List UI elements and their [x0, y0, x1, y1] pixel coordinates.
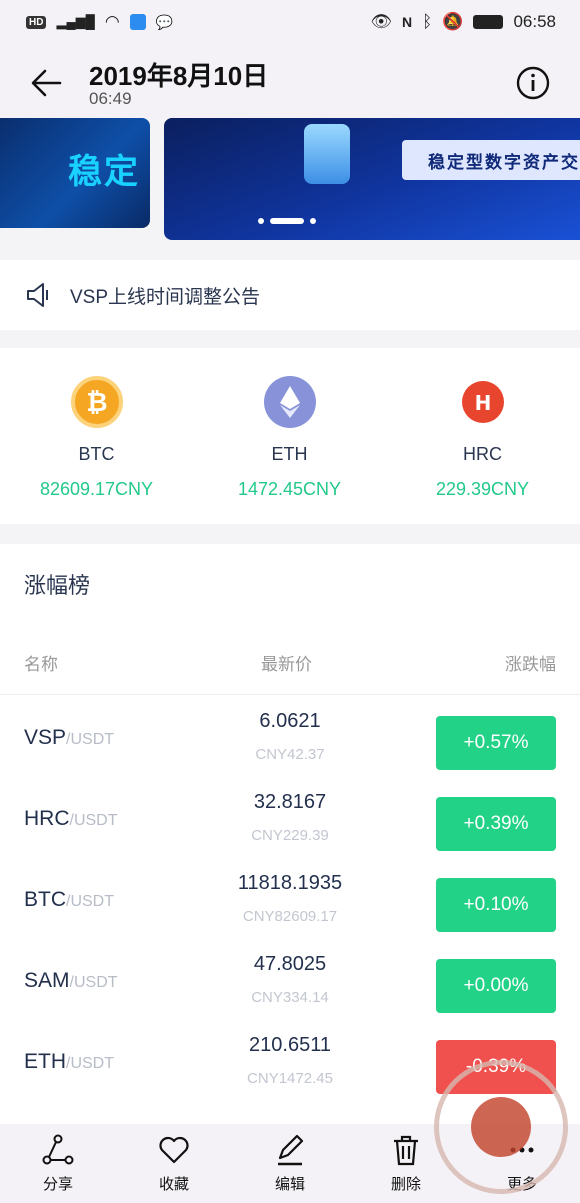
coin-name: HRC: [463, 444, 502, 464]
coin-price: 229.39CNY: [435, 479, 530, 499]
hd-badge: HD: [26, 15, 47, 29]
pen-icon: [278, 1134, 304, 1166]
row-pair: /USDT: [66, 893, 114, 910]
hrc-icon: H: [461, 381, 504, 423]
coin-btc[interactable]: ₿ BTC 82609.17CNY: [0, 376, 193, 500]
announcement-text: VSP上线时间调整公告: [70, 286, 261, 308]
wifi-icon: ◠: [104, 12, 120, 31]
banner-left-text: 稳定: [68, 153, 140, 191]
battery-icon: [473, 15, 504, 29]
page-subtitle: 06:49: [89, 89, 132, 108]
back-arrow-icon[interactable]: [30, 66, 64, 100]
row-pair: /USDT: [69, 812, 118, 829]
row-symbol: VSP: [24, 726, 67, 749]
clock: 06:58: [513, 12, 556, 31]
share-label: 分享: [42, 1176, 73, 1193]
carousel-indicator: [258, 218, 316, 224]
coin-name: BTC: [78, 444, 115, 464]
coin-price: 1472.45CNY: [237, 479, 342, 499]
column-header-change: 涨跌幅: [505, 655, 556, 674]
table-row[interactable]: VSP/USDT 6.0621 CNY42.37 +0.57%: [0, 698, 580, 779]
nfc-icon: N: [401, 14, 413, 30]
row-symbol: HRC: [24, 807, 70, 830]
banner-card-main[interactable]: 稳定型数字资产交: [164, 118, 580, 240]
coin-eth[interactable]: ETH 1472.45CNY: [193, 376, 386, 500]
watermark-logo: [471, 1097, 531, 1157]
column-header-price: 最新价: [261, 655, 312, 674]
row-symbol: SAM: [24, 969, 70, 992]
bluetooth-icon: ᛒ: [422, 12, 433, 31]
row-cny: CNY334.14: [251, 989, 329, 1006]
eye-icon: 👁: [370, 12, 392, 31]
edit-label: 编辑: [274, 1176, 305, 1193]
page-title: 2019年8月10日: [89, 61, 269, 91]
bitcoin-icon: ₿: [70, 376, 123, 428]
row-cny: CNY82609.17: [242, 908, 338, 925]
trash-icon: [394, 1135, 418, 1166]
server-illustration: [304, 124, 350, 184]
column-header-name: 名称: [24, 655, 58, 674]
wechat-icon: 💬: [155, 13, 174, 30]
coin-name: ETH: [271, 444, 308, 464]
row-symbol: BTC: [24, 888, 66, 911]
row-symbol: ETH: [24, 1050, 66, 1073]
announcement-bar[interactable]: VSP上线时间调整公告: [0, 260, 580, 330]
table-row[interactable]: HRC/USDT 32.8167 CNY229.39 +0.39%: [0, 779, 580, 860]
coin-summary: ₿ BTC 82609.17CNY ETH 1472.45CNY H HRC 2…: [0, 348, 580, 524]
banner-carousel[interactable]: 稳定 稳定型数字资产交: [0, 118, 580, 260]
divider: [0, 694, 580, 695]
row-cny: CNY42.37: [255, 746, 325, 763]
svg-text:₿: ₿: [86, 388, 107, 418]
row-pair: /USDT: [66, 731, 115, 748]
row-pair: /USDT: [66, 1055, 114, 1072]
coin-hrc[interactable]: H HRC 229.39CNY: [386, 376, 579, 500]
banner-caption: 稳定型数字资产交: [402, 140, 580, 180]
banner-card-left[interactable]: 稳定: [0, 118, 150, 228]
carousel-dot: [310, 218, 316, 224]
app-notify-icon: [129, 14, 146, 30]
status-bar: HD ▂▄▆█ ◠ 💬 👁 N ᛒ 🔕 06:58: [0, 0, 580, 44]
table-row[interactable]: BTC/USDT 11818.1935 CNY82609.17 +0.10%: [0, 860, 580, 941]
row-cny: CNY229.39: [251, 827, 329, 844]
svg-text:H: H: [474, 391, 491, 415]
delete-label: 删除: [390, 1176, 421, 1193]
signal-icon: ▂▄▆█: [56, 14, 95, 29]
heart-icon: [159, 1136, 189, 1164]
row-cny: CNY1472.45: [247, 1070, 333, 1087]
change-badge[interactable]: +0.00%: [436, 959, 556, 1013]
row-price: 47.8025: [253, 953, 327, 975]
change-badge[interactable]: +0.57%: [436, 716, 556, 770]
change-badge[interactable]: +0.39%: [436, 797, 556, 851]
row-price: 210.6511: [249, 1034, 331, 1056]
gainers-list: 涨幅榜 名称 最新价 涨跌幅 VSP/USDT 6.0621 CNY42.37 …: [0, 544, 580, 1124]
share-icon: [42, 1134, 74, 1165]
edit-button[interactable]: 编辑: [232, 1124, 348, 1203]
table-row[interactable]: SAM/USDT 47.8025 CNY334.14 +0.00%: [0, 941, 580, 1022]
info-icon[interactable]: [516, 66, 550, 100]
share-button[interactable]: 分享: [0, 1124, 116, 1203]
row-price: 6.0621: [259, 710, 321, 732]
change-badge[interactable]: +0.10%: [436, 878, 556, 932]
header: 2019年8月10日 06:49: [0, 44, 580, 118]
favorite-button[interactable]: 收藏: [116, 1124, 232, 1203]
ethereum-icon: [263, 376, 316, 428]
coin-price: 82609.17CNY: [39, 479, 154, 499]
speaker-icon: [27, 283, 48, 307]
mute-icon: 🔕: [442, 12, 464, 31]
watermark-seal: [434, 1060, 568, 1194]
row-price: 11818.1935: [237, 872, 343, 894]
carousel-dot-active: [270, 218, 304, 224]
section-title: 涨幅榜: [24, 573, 91, 598]
row-pair: /USDT: [69, 974, 118, 991]
favorite-label: 收藏: [158, 1176, 189, 1193]
carousel-dot: [258, 218, 264, 224]
row-price: 32.8167: [253, 791, 327, 813]
